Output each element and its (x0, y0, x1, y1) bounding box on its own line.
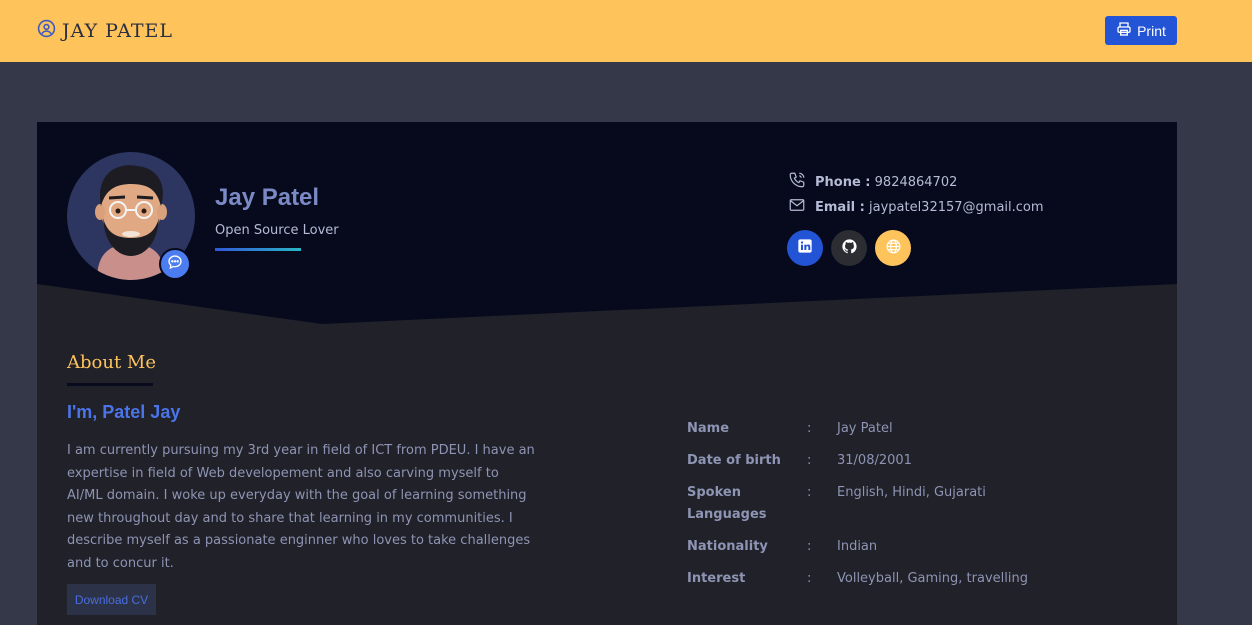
tagline-underline (215, 248, 301, 251)
github-link[interactable] (831, 230, 867, 266)
phone-label: Phone : (815, 174, 871, 190)
info-value: 31/08/2001 (837, 453, 912, 468)
linkedin-link[interactable] (787, 230, 823, 266)
print-button[interactable]: Print (1105, 16, 1177, 45)
github-icon (841, 238, 858, 259)
website-link[interactable] (875, 230, 911, 266)
phone-row: Phone : 9824864702 (788, 171, 957, 193)
email-label: Email : (815, 199, 865, 215)
info-colon: : (807, 485, 812, 500)
brand-text: JAY PATEL (62, 19, 174, 42)
download-cv-button[interactable]: Download CV (67, 584, 156, 615)
social-links (787, 230, 911, 266)
mail-icon (788, 196, 806, 218)
personal-info: Name : Jay Patel Date of birth : 31/08/2… (687, 418, 1028, 600)
resume-card: Jay Patel Open Source Lover Phone : 9824… (37, 122, 1177, 625)
info-label: Nationality (687, 539, 768, 554)
info-colon: : (807, 453, 812, 468)
phone-value: 9824864702 (874, 174, 958, 190)
about-bio: I am currently pursuing my 3rd year in f… (67, 443, 535, 571)
info-value: English, Hindi, Gujarati (837, 485, 986, 500)
message-button[interactable] (159, 248, 191, 280)
info-row-dob: Date of birth : 31/08/2001 (687, 450, 1028, 472)
profile-tagline: Open Source Lover (215, 223, 339, 238)
about-title: About Me (67, 352, 156, 373)
info-label: Name (687, 421, 730, 436)
info-row-interest: Interest : Volleyball, Gaming, travellin… (687, 568, 1028, 590)
print-label: Print (1137, 22, 1166, 39)
info-colon: : (807, 539, 812, 554)
about-underline (67, 383, 153, 386)
globe-icon (885, 238, 902, 259)
email-value[interactable]: jaypatel32157@gmail.com (869, 200, 1044, 215)
top-navbar: JAY PATEL Print (0, 0, 1252, 62)
info-label: Date of birth (687, 453, 781, 468)
email-row: Email : jaypatel32157@gmail.com (788, 196, 1044, 218)
profile-name: Jay Patel (215, 184, 320, 211)
info-label: Spoken Languages (687, 485, 767, 522)
card-header-background (37, 122, 1177, 324)
info-row-languages: Spoken Languages : English, Hindi, Gujar… (687, 482, 1028, 526)
info-row-name: Name : Jay Patel (687, 418, 1028, 440)
info-value: Indian (837, 539, 878, 554)
brand[interactable]: JAY PATEL (37, 19, 173, 42)
about-heading: I'm, Patel Jay (67, 402, 181, 422)
user-circle-icon (37, 19, 56, 42)
printer-icon (1116, 21, 1132, 40)
chat-bubble-icon (167, 254, 183, 274)
info-value: Volleyball, Gaming, travelling (837, 571, 1028, 586)
phone-icon (788, 171, 806, 193)
info-value: Jay Patel (837, 421, 893, 436)
info-label: Interest (687, 571, 746, 586)
linkedin-icon (797, 238, 813, 258)
info-row-nationality: Nationality : Indian (687, 536, 1028, 558)
info-colon: : (807, 421, 812, 436)
info-colon: : (807, 571, 812, 586)
